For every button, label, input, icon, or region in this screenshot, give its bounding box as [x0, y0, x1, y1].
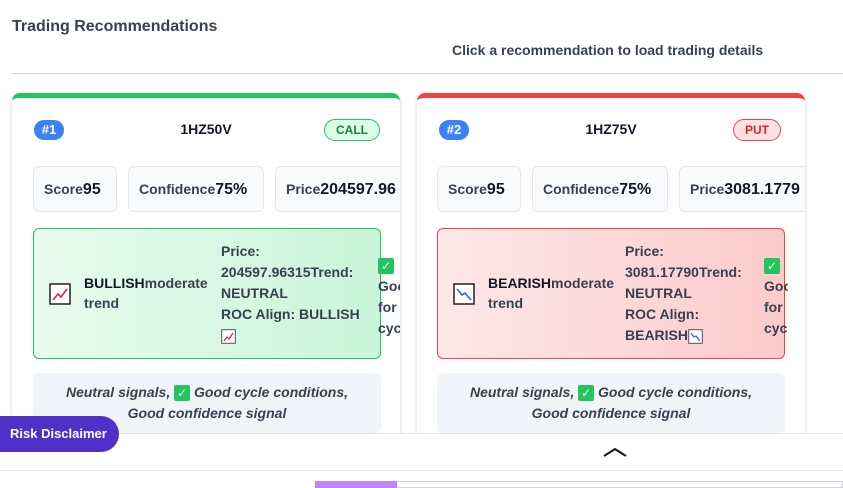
trend-direction: BEARISH — [488, 275, 552, 291]
price-value: 3081.1779 — [724, 181, 800, 198]
summary-neutral: Neutral signals, — [469, 384, 575, 400]
trend-details: Price: 3081.17790Trend: NEUTRAL ROC Alig… — [625, 241, 785, 346]
trend-label: Trend: — [310, 264, 354, 280]
chart-up-icon — [221, 328, 236, 344]
score-stat: Score95 — [33, 166, 117, 212]
price-line-label: Price: — [625, 243, 664, 259]
cycle-text-1: Good — [764, 278, 788, 294]
instruction-text: Click a recommendation to load trading d… — [452, 42, 764, 58]
confidence-value: 75% — [215, 181, 248, 198]
confidence-stat: Confidence75% — [532, 166, 668, 212]
summary-cycle: Good cycle conditions, — [194, 384, 349, 400]
call-badge: CALL — [324, 119, 380, 141]
summary-neutral: Neutral signals, — [65, 384, 171, 400]
summary-confidence: Good confidence signal — [531, 405, 691, 421]
price-line-label: Price: — [221, 243, 260, 259]
cycle-check-column: ✓ Goo for cyc — [378, 255, 400, 339]
score-label: Score — [448, 181, 487, 197]
trend-price-value: 204597.96315 — [221, 264, 311, 280]
chart-down-icon — [688, 328, 703, 344]
chevron-up-icon[interactable] — [600, 441, 630, 461]
price-stat: Price3081.1779 — [679, 166, 805, 212]
trend-label: Trend: — [698, 264, 742, 280]
roc-value: BULLISH — [299, 306, 360, 322]
divider — [11, 73, 843, 74]
chart-down-icon — [453, 283, 475, 305]
confidence-label: Confidence — [543, 181, 620, 197]
recommendation-card-1[interactable]: #1 1HZ50V CALL Score95 Confidence75% Pri… — [12, 93, 400, 453]
cycle-text-3: cyc — [378, 320, 400, 336]
roc-label: ROC Align: — [625, 306, 700, 322]
price-value: 204597.96 — [320, 181, 396, 198]
cycle-text-1: Goo — [378, 278, 400, 294]
recommendation-card-2[interactable]: #2 1HZ75V PUT Score95 Confidence75% Pric… — [417, 93, 805, 453]
confidence-value: 75% — [619, 181, 652, 198]
check-icon: ✓ — [174, 385, 191, 402]
scrollbar-thumb[interactable] — [315, 481, 397, 488]
trend-details: Price: 204597.96315Trend: NEUTRAL ROC Al… — [221, 241, 381, 346]
cycle-check-column: ✓ Good for cycles — [764, 255, 788, 339]
risk-disclaimer-button[interactable]: Risk Disclaimer — [0, 416, 119, 452]
price-label: Price — [286, 181, 321, 197]
score-stat: Score95 — [437, 166, 521, 212]
score-value: 95 — [82, 181, 101, 198]
put-badge: PUT — [733, 119, 781, 141]
score-label: Score — [44, 181, 83, 197]
trend-summary: BEARISHmoderate trend — [488, 273, 618, 313]
trend-panel: BULLISHmoderate trend Price: 204597.9631… — [33, 228, 400, 359]
trend-panel: BEARISHmoderate trend Price: 3081.17790T… — [437, 228, 788, 359]
page-title: Trading Recommendations — [12, 18, 218, 35]
check-icon: ✓ — [578, 385, 595, 402]
trend-summary: BULLISHmoderate trend — [84, 273, 214, 313]
trend-value: NEUTRAL — [625, 285, 692, 301]
summary-cycle: Good cycle conditions, — [598, 384, 753, 400]
confidence-label: Confidence — [139, 181, 216, 197]
check-icon: ✓ — [764, 258, 780, 275]
chart-up-icon — [49, 283, 71, 305]
score-value: 95 — [486, 181, 505, 198]
trend-value: NEUTRAL — [221, 285, 288, 301]
roc-label: ROC Align: — [221, 306, 296, 322]
confidence-stat: Confidence75% — [128, 166, 264, 212]
cycle-text-3: cycles — [764, 320, 788, 336]
trend-direction: BULLISH — [84, 275, 145, 291]
check-icon: ✓ — [378, 258, 394, 275]
price-label: Price — [690, 181, 725, 197]
cycle-text-2: for — [378, 299, 397, 315]
cycle-text-2: for — [764, 299, 783, 315]
trend-price-value: 3081.17790 — [625, 264, 699, 280]
signal-summary: Neutral signals, ✓ Good cycle conditions… — [437, 373, 785, 433]
roc-value: BEARISH — [625, 327, 689, 343]
bottom-panel-bar — [0, 433, 843, 471]
price-stat: Price204597.96 — [275, 166, 400, 212]
